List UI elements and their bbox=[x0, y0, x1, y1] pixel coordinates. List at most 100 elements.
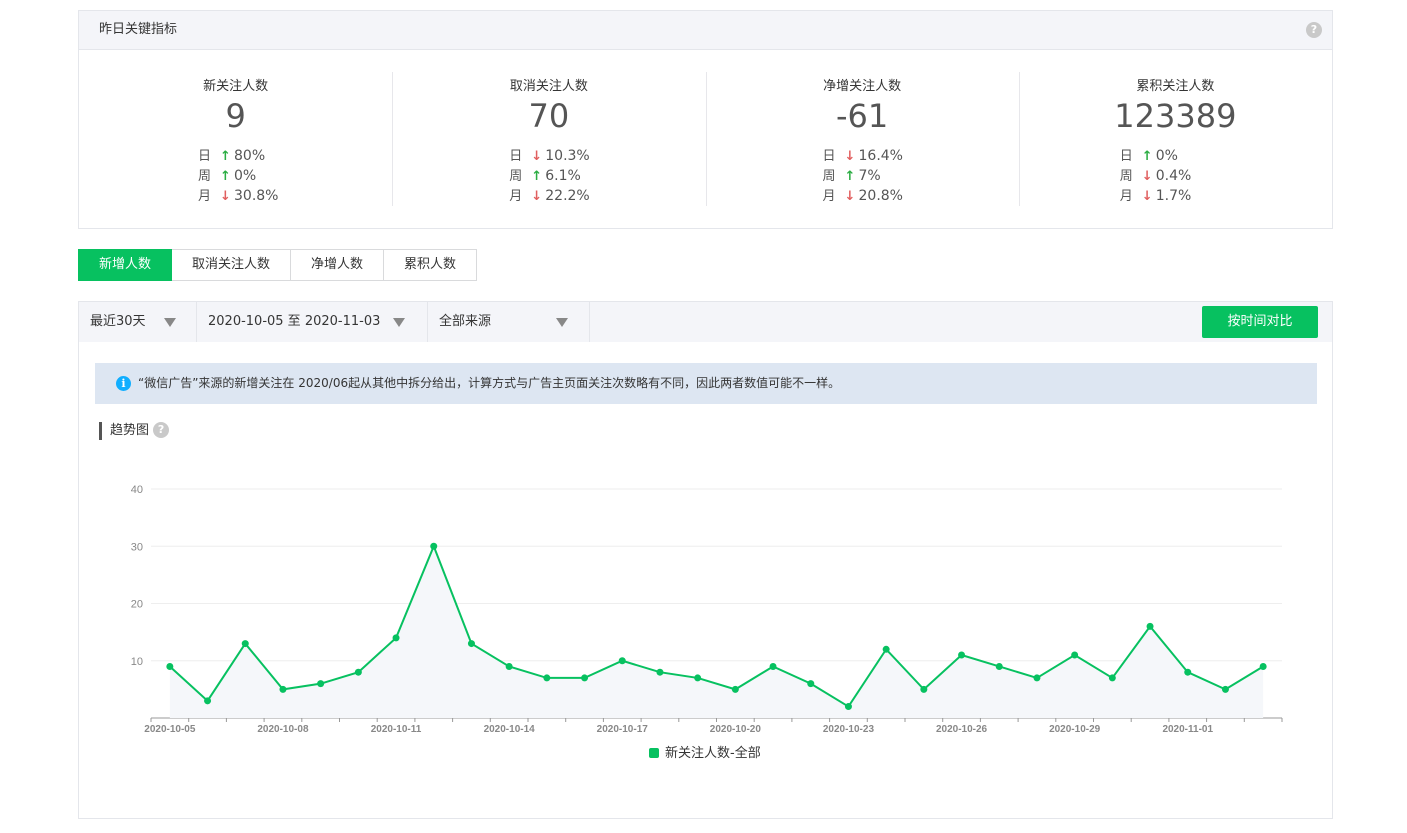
change-row: 月 ↓ 20.8% bbox=[823, 186, 903, 206]
metric-card: 取消关注人数 70 日 ↓ 10.3% 周 ↑ 6.1% 月 ↓ 22.2% bbox=[392, 50, 705, 228]
x-tick-label: 2020-10-26 bbox=[936, 724, 988, 735]
change-row: 月 ↓ 1.7% bbox=[1120, 186, 1192, 206]
arrow-up-icon: ↑ bbox=[220, 169, 231, 184]
arrow-down-icon: ↓ bbox=[844, 149, 856, 164]
data-point bbox=[1259, 662, 1267, 670]
change-percent: 16.4% bbox=[858, 148, 903, 164]
change-row: 周 ↑ 6.1% bbox=[509, 166, 589, 186]
data-point bbox=[505, 662, 513, 670]
metric-changes: 日 ↑ 0% 周 ↓ 0.4% 月 ↓ 1.7% bbox=[1120, 146, 1192, 206]
change-period-label: 月 bbox=[509, 189, 523, 204]
metric-title: 新关注人数 bbox=[203, 79, 269, 94]
trend-chart: 10 20 30 40 2020-10-05 2020-10-08 2020-10-11 20… bbox=[131, 484, 1283, 761]
data-point bbox=[731, 685, 739, 693]
metric-card: 新关注人数 9 日 ↑ 80% 周 ↑ 0% 月 ↓ 30.8% bbox=[79, 50, 392, 228]
data-point bbox=[204, 697, 212, 705]
change-period-label: 日 bbox=[198, 149, 212, 164]
change-period-label: 月 bbox=[198, 189, 212, 204]
change-period-label: 日 bbox=[509, 149, 523, 164]
metric-changes: 日 ↓ 16.4% 周 ↑ 7% 月 ↓ 20.8% bbox=[823, 146, 903, 206]
data-point bbox=[1184, 668, 1192, 676]
series-area bbox=[169, 546, 1264, 718]
x-tick-label: 2020-10-29 bbox=[1049, 724, 1101, 735]
data-point bbox=[1108, 674, 1116, 682]
legend-label: 新关注人数-全部 bbox=[665, 745, 761, 761]
arrow-down-icon: ↓ bbox=[531, 189, 543, 204]
x-tick-label: 2020-10-20 bbox=[710, 724, 762, 735]
arrow-up-icon: ↑ bbox=[1141, 149, 1153, 164]
data-point bbox=[581, 674, 589, 682]
change-percent: 20.8% bbox=[858, 188, 903, 204]
data-point bbox=[354, 668, 362, 676]
change-percent: 30.8% bbox=[234, 188, 279, 204]
change-period-label: 月 bbox=[822, 189, 836, 204]
x-tick-label: 2020-10-23 bbox=[823, 724, 875, 735]
tab-unfollow[interactable]: 取消关注人数 bbox=[172, 249, 292, 281]
change-row: 日 ↓ 10.3% bbox=[509, 146, 589, 166]
change-period-label: 月 bbox=[1119, 189, 1133, 204]
data-point bbox=[1146, 622, 1154, 630]
metric-card: 净增关注人数 -61 日 ↓ 16.4% 周 ↑ 7% 月 ↓ 20.8% bbox=[705, 50, 1019, 228]
data-point bbox=[166, 662, 174, 670]
data-point bbox=[392, 634, 400, 642]
data-point bbox=[1033, 674, 1041, 682]
change-row: 周 ↑ 0% bbox=[198, 166, 278, 186]
change-percent: 6.1% bbox=[545, 168, 581, 184]
change-period-label: 周 bbox=[509, 169, 523, 184]
data-point bbox=[467, 640, 475, 648]
metric-value: -61 bbox=[835, 97, 889, 135]
change-row: 月 ↓ 30.8% bbox=[198, 186, 278, 206]
metrics-row: 新关注人数 9 日 ↑ 80% 周 ↑ 0% 月 ↓ 30.8% 取消关注人数 70 日 ↓ 10.3% 周 ↑ 6… bbox=[79, 50, 1332, 228]
change-row: 周 ↑ 7% bbox=[823, 166, 903, 186]
data-point bbox=[618, 657, 626, 665]
data-point bbox=[279, 685, 287, 693]
help-icon[interactable]: ? bbox=[1306, 22, 1322, 38]
y-tick-label: 10 bbox=[131, 656, 143, 668]
change-period-label: 日 bbox=[822, 149, 836, 164]
metric-value: 123389 bbox=[1114, 97, 1237, 135]
metric-changes: 日 ↓ 10.3% 周 ↑ 6.1% 月 ↓ 22.2% bbox=[509, 146, 589, 206]
change-period-label: 日 bbox=[1119, 149, 1133, 164]
data-point bbox=[995, 662, 1003, 670]
metric-title: 净增关注人数 bbox=[823, 79, 902, 94]
data-point bbox=[656, 668, 664, 676]
arrow-down-icon: ↓ bbox=[1141, 169, 1153, 184]
tab-cumulative[interactable]: 累积人数 bbox=[384, 249, 478, 281]
trend-panel: 最近30天 2020-10-05 至 2020-11-03 全部来源 按时间对比… bbox=[78, 301, 1333, 819]
metric-tabs: 新增人数 取消关注人数 净增人数 累积人数 bbox=[78, 249, 478, 281]
metric-title: 累积关注人数 bbox=[1136, 79, 1215, 94]
key-metrics-header: 昨日关键指标 ? bbox=[79, 11, 1332, 50]
change-percent: 0% bbox=[1155, 148, 1178, 164]
data-point bbox=[920, 685, 928, 693]
change-row: 日 ↑ 80% bbox=[198, 146, 278, 166]
change-row: 日 ↓ 16.4% bbox=[823, 146, 903, 166]
arrow-up-icon: ↑ bbox=[531, 169, 543, 184]
arrow-down-icon: ↓ bbox=[844, 189, 856, 204]
y-tick-label: 30 bbox=[131, 541, 143, 553]
data-point bbox=[694, 674, 702, 682]
change-percent: 0.4% bbox=[1155, 168, 1192, 184]
key-metrics-panel: 昨日关键指标 ? 新关注人数 9 日 ↑ 80% 周 ↑ 0% 月 ↓ 30.8% 取消关注人数 70 日… bbox=[78, 10, 1333, 229]
change-percent: 7% bbox=[858, 168, 881, 184]
arrow-down-icon: ↓ bbox=[531, 149, 543, 164]
metric-changes: 日 ↑ 80% 周 ↑ 0% 月 ↓ 30.8% bbox=[198, 146, 278, 206]
x-tick-label: 2020-11-01 bbox=[1162, 724, 1213, 735]
y-tick-label: 20 bbox=[131, 599, 143, 611]
data-point bbox=[1071, 651, 1079, 659]
change-percent: 1.7% bbox=[1155, 188, 1192, 204]
change-period-label: 周 bbox=[1119, 169, 1133, 184]
legend-swatch bbox=[649, 748, 659, 758]
change-period-label: 周 bbox=[198, 169, 212, 184]
change-percent: 10.3% bbox=[545, 148, 590, 164]
change-period-label: 周 bbox=[822, 169, 836, 184]
tab-new[interactable]: 新增人数 bbox=[78, 249, 173, 281]
x-tick-label: 2020-10-11 bbox=[371, 724, 422, 735]
data-point bbox=[430, 542, 438, 550]
data-point bbox=[958, 651, 966, 659]
tab-net[interactable]: 净增人数 bbox=[291, 249, 385, 281]
change-row: 周 ↓ 0.4% bbox=[1120, 166, 1192, 186]
metric-card: 累积关注人数 123389 日 ↑ 0% 周 ↓ 0.4% 月 ↓ 1.7% bbox=[1018, 50, 1332, 228]
data-point bbox=[882, 645, 890, 653]
data-point bbox=[807, 680, 815, 688]
metric-value: 70 bbox=[528, 97, 570, 135]
